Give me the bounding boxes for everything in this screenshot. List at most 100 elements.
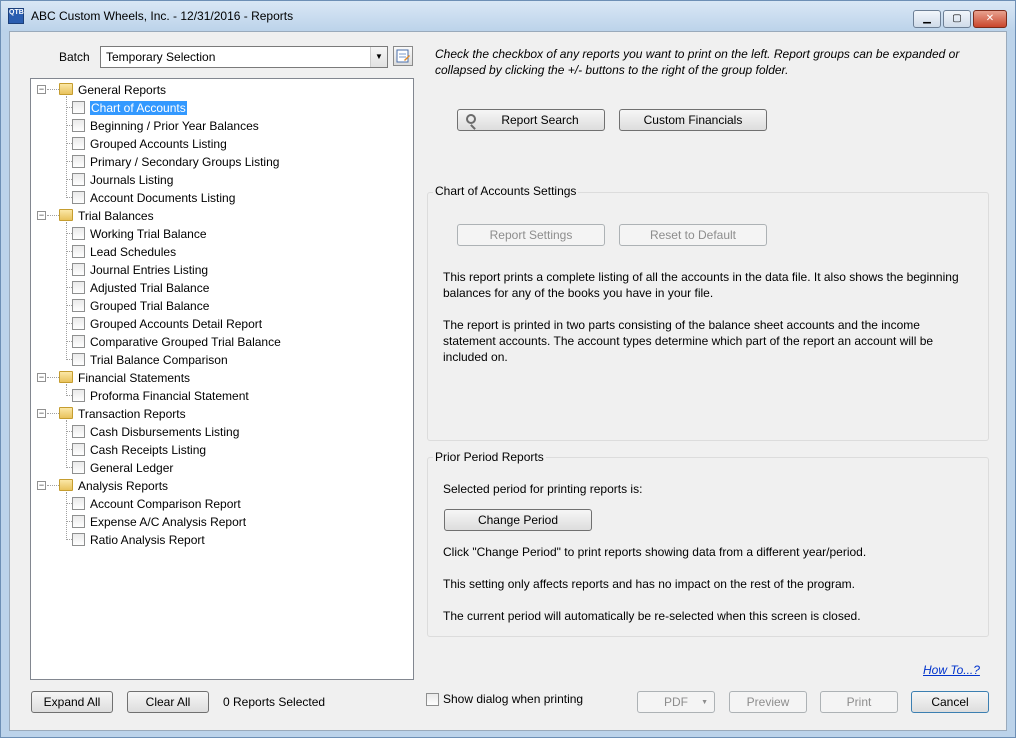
tree-group-label: Trial Balances	[78, 209, 154, 223]
batch-dropdown[interactable]: Temporary Selection ▼	[100, 46, 388, 68]
report-search-button[interactable]: Report Search	[457, 109, 605, 131]
tree-item[interactable]: Grouped Accounts Listing	[31, 135, 411, 152]
report-item-label: Lead Schedules	[90, 245, 177, 259]
folder-icon	[59, 479, 73, 491]
tree-item[interactable]: Working Trial Balance	[31, 225, 411, 242]
folder-icon	[59, 407, 73, 419]
tree-group-label: Transaction Reports	[78, 407, 186, 421]
tree-item[interactable]: Journals Listing	[31, 171, 411, 188]
report-tree[interactable]: − General Reports Chart of Accounts Beginni…	[30, 78, 414, 680]
settings-description-1: This report prints a complete listing of…	[443, 270, 959, 300]
report-item-label: General Ledger	[90, 461, 174, 475]
client-area: Batch Temporary Selection ▼ − General Rep…	[9, 31, 1007, 731]
report-checkbox[interactable]	[72, 119, 85, 132]
report-checkbox[interactable]	[72, 245, 85, 258]
tree-item[interactable]: Beginning / Prior Year Balances	[31, 117, 411, 134]
clear-all-button[interactable]: Clear All	[127, 691, 209, 713]
preview-button[interactable]: Preview	[729, 691, 807, 713]
report-settings-button[interactable]: Report Settings	[457, 224, 605, 246]
print-button[interactable]: Print	[820, 691, 898, 713]
cancel-button[interactable]: Cancel	[911, 691, 989, 713]
report-checkbox[interactable]	[72, 173, 85, 186]
pdf-label: PDF	[664, 695, 688, 709]
chevron-down-icon: ▼	[370, 47, 387, 67]
tree-item[interactable]: Grouped Trial Balance	[31, 297, 411, 314]
tree-item[interactable]: Chart of Accounts	[31, 99, 411, 116]
title-bar[interactable]: QTB ABC Custom Wheels, Inc. - 12/31/2016…	[1, 1, 1015, 31]
tree-item[interactable]: Account Comparison Report	[31, 495, 411, 512]
edit-batch-button[interactable]	[393, 46, 413, 66]
report-item-label: Account Comparison Report	[90, 497, 241, 511]
report-checkbox[interactable]	[72, 515, 85, 528]
reset-to-default-button[interactable]: Reset to Default	[619, 224, 767, 246]
report-item-label: Chart of Accounts	[90, 101, 187, 115]
tree-item[interactable]: Expense A/C Analysis Report	[31, 513, 411, 530]
collapse-icon[interactable]: −	[37, 409, 46, 418]
report-checkbox[interactable]	[72, 263, 85, 276]
report-checkbox[interactable]	[72, 389, 85, 402]
report-item-label: Expense A/C Analysis Report	[90, 515, 247, 529]
report-checkbox[interactable]	[72, 425, 85, 438]
report-item-label: Journal Entries Listing	[90, 263, 209, 277]
prior-period-title: Prior Period Reports	[433, 450, 546, 464]
settings-description-2: The report is printed in two parts consi…	[443, 318, 934, 364]
tree-item[interactable]: Grouped Accounts Detail Report	[31, 315, 411, 332]
report-item-label: Proforma Financial Statement	[90, 389, 249, 403]
tree-group[interactable]: − Transaction Reports	[31, 405, 411, 422]
search-icon	[466, 114, 476, 124]
tree-item[interactable]: Cash Receipts Listing	[31, 441, 411, 458]
expand-all-button[interactable]: Expand All	[31, 691, 113, 713]
reports-window: QTB ABC Custom Wheels, Inc. - 12/31/2016…	[0, 0, 1016, 738]
report-checkbox[interactable]	[72, 497, 85, 510]
tree-item[interactable]: Journal Entries Listing	[31, 261, 411, 278]
report-checkbox[interactable]	[72, 335, 85, 348]
app-icon: QTB	[8, 8, 24, 24]
folder-icon	[59, 83, 73, 95]
custom-financials-button[interactable]: Custom Financials	[619, 109, 767, 131]
report-checkbox[interactable]	[72, 101, 85, 114]
show-dialog-checkbox[interactable]	[426, 693, 439, 706]
tree-item[interactable]: General Ledger	[31, 459, 411, 476]
minimize-button[interactable]: ▁	[913, 10, 941, 28]
collapse-icon[interactable]: −	[37, 211, 46, 220]
tree-item[interactable]: Proforma Financial Statement	[31, 387, 411, 404]
tree-item[interactable]: Cash Disbursements Listing	[31, 423, 411, 440]
report-item-label: Trial Balance Comparison	[90, 353, 228, 367]
report-checkbox[interactable]	[72, 299, 85, 312]
tree-item[interactable]: Trial Balance Comparison	[31, 351, 411, 368]
report-checkbox[interactable]	[72, 461, 85, 474]
report-checkbox[interactable]	[72, 443, 85, 456]
tree-group[interactable]: − General Reports	[31, 81, 411, 98]
folder-icon	[59, 209, 73, 221]
report-checkbox[interactable]	[72, 317, 85, 330]
tree-item[interactable]: Ratio Analysis Report	[31, 531, 411, 548]
maximize-button[interactable]: ▢	[943, 10, 971, 28]
tree-group[interactable]: − Analysis Reports	[31, 477, 411, 494]
how-to-link[interactable]: How To...?	[923, 663, 980, 677]
tree-item[interactable]: Lead Schedules	[31, 243, 411, 260]
tree-item[interactable]: Primary / Secondary Groups Listing	[31, 153, 411, 170]
tree-group[interactable]: − Financial Statements	[31, 369, 411, 386]
collapse-icon[interactable]: −	[37, 373, 46, 382]
report-checkbox[interactable]	[72, 191, 85, 204]
report-checkbox[interactable]	[72, 227, 85, 240]
tree-item[interactable]: Comparative Grouped Trial Balance	[31, 333, 411, 350]
collapse-icon[interactable]: −	[37, 481, 46, 490]
report-checkbox[interactable]	[72, 137, 85, 150]
collapse-icon[interactable]: −	[37, 85, 46, 94]
report-item-label: Beginning / Prior Year Balances	[90, 119, 259, 133]
period-note-1: This setting only affects reports and ha…	[443, 577, 855, 591]
tree-item[interactable]: Adjusted Trial Balance	[31, 279, 411, 296]
tree-group[interactable]: − Trial Balances	[31, 207, 411, 224]
report-checkbox[interactable]	[72, 155, 85, 168]
report-checkbox[interactable]	[72, 353, 85, 366]
chevron-down-icon: ▼	[701, 699, 708, 706]
close-button[interactable]: ✕	[973, 10, 1007, 28]
tree-item[interactable]: Account Documents Listing	[31, 189, 411, 206]
report-checkbox[interactable]	[72, 533, 85, 546]
report-checkbox[interactable]	[72, 281, 85, 294]
report-item-label: Grouped Accounts Listing	[90, 137, 227, 151]
change-period-button[interactable]: Change Period	[444, 509, 592, 531]
report-item-label: Working Trial Balance	[90, 227, 207, 241]
pdf-button[interactable]: PDF ▼	[637, 691, 715, 713]
